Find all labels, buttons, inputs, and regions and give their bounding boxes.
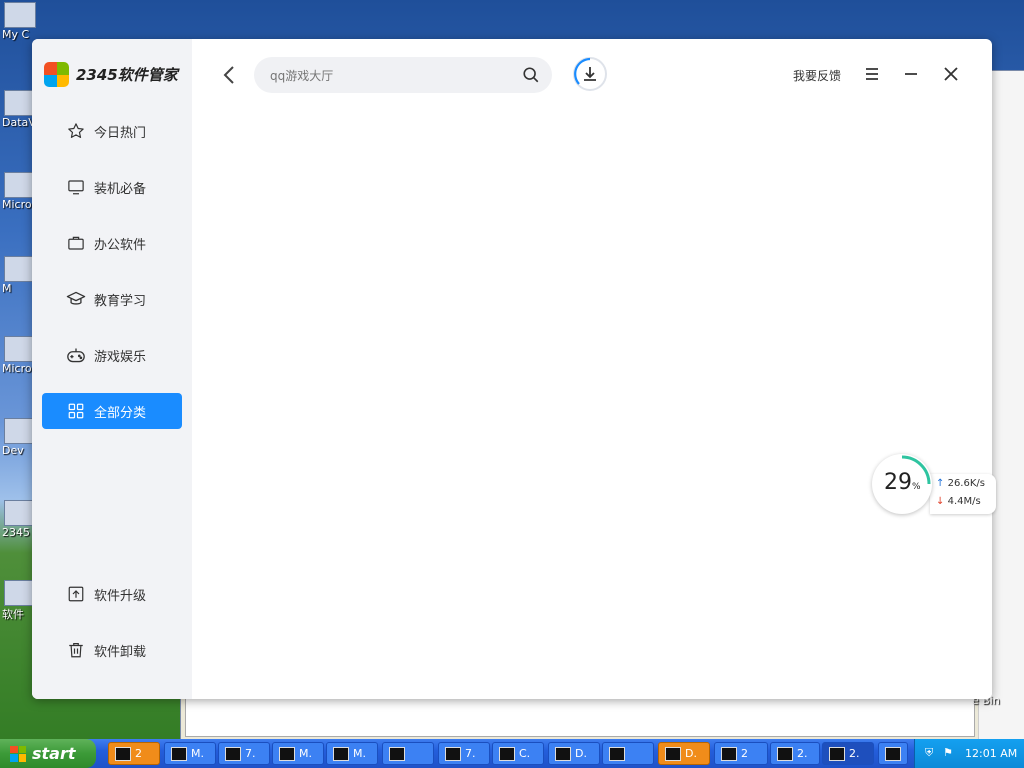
upgrade-icon — [66, 584, 86, 604]
desktop-icon-micros-bas[interactable]: Micros Bas — [0, 336, 61, 375]
software-manager-window: 2345软件管家 今日热门 装机必备 办公软件 教育学习 游戏娱乐 全部分类 软… — [32, 39, 992, 699]
console-icon — [609, 746, 625, 761]
close-button[interactable] — [942, 65, 960, 83]
ie-icon — [721, 746, 737, 761]
sidebar-item-hot[interactable]: 今日热门 — [42, 113, 182, 149]
usage-percent: 29 — [884, 470, 912, 495]
sidebar-item-office[interactable]: 办公软件 — [42, 225, 182, 261]
taskbar-button[interactable]: 7. — [218, 742, 270, 765]
sidebar: 2345软件管家 今日热门 装机必备 办公软件 教育学习 游戏娱乐 全部分类 软… — [32, 39, 192, 699]
console-icon — [115, 746, 131, 761]
monitor-icon — [66, 177, 86, 197]
taskbar-button[interactable]: M. — [272, 742, 324, 765]
sidebar-item-all-categories[interactable]: 全部分类 — [42, 393, 182, 429]
windows-logo-icon — [10, 745, 26, 762]
minimize-button[interactable] — [902, 65, 920, 83]
sidebar-item-games[interactable]: 游戏娱乐 — [42, 337, 182, 373]
desktop-icon-2345[interactable]: 2345 — [0, 500, 36, 539]
hamburger-menu-icon — [866, 68, 878, 80]
taskbar-button[interactable]: M. — [164, 742, 216, 765]
search-box — [254, 57, 552, 95]
desktop-icon-dev[interactable]: Dev — [0, 418, 36, 457]
desktop-icon-datav[interactable]: DataV — [0, 90, 36, 129]
shield-icon — [777, 746, 793, 761]
back-button[interactable] — [219, 63, 241, 87]
trash-icon — [66, 640, 86, 660]
feedback-link[interactable]: 我要反馈 — [793, 67, 841, 84]
desktop-icon-m[interactable]: M — [0, 256, 36, 295]
close-icon — [944, 67, 958, 81]
upload-arrow-icon: ↑ — [936, 478, 945, 489]
keyboard-icon — [885, 746, 901, 761]
console-icon — [389, 746, 405, 761]
taskbar-button[interactable] — [382, 742, 434, 765]
briefcase-icon — [66, 233, 86, 253]
app-icon — [665, 746, 681, 761]
menu-button[interactable] — [863, 65, 881, 83]
keyboard-button[interactable] — [878, 742, 908, 765]
taskbar: start 2 M. 7. M. M. 7. C. D. D. 2 2. 2. … — [0, 739, 1024, 768]
desktop-icon-micros-cpp[interactable]: Micros C+ — [0, 172, 58, 211]
taskbar-button[interactable]: 2 — [714, 742, 768, 765]
7zip-icon — [225, 746, 241, 761]
start-button[interactable]: start — [0, 739, 96, 768]
network-speed-widget[interactable]: ↑ 26.6K/s ↓ 4.4M/s 29% — [872, 454, 997, 516]
app-icon — [279, 746, 295, 761]
taskbar-button-active[interactable]: 2. — [822, 742, 874, 765]
gamepad-icon — [66, 345, 86, 365]
desktop-icon-my-computer[interactable]: My C — [0, 2, 36, 41]
graduation-cap-icon — [66, 289, 86, 309]
memory-usage-circle: 29% — [872, 454, 932, 514]
search-icon[interactable] — [522, 66, 540, 84]
app-icon — [555, 746, 571, 761]
chevron-left-icon — [223, 66, 234, 84]
download-manager-button[interactable] — [573, 57, 607, 91]
clock[interactable]: 12:01 AM — [965, 747, 1017, 760]
minimize-icon — [905, 73, 917, 75]
taskbar-button[interactable]: D. — [658, 742, 710, 765]
network-icon[interactable]: ⚑ — [943, 746, 957, 760]
taskbar-button[interactable] — [602, 742, 654, 765]
app-icon — [445, 746, 461, 761]
logo-icon — [44, 62, 69, 87]
sidebar-item-essentials[interactable]: 装机必备 — [42, 169, 182, 205]
download-icon — [584, 67, 596, 81]
taskbar-button[interactable]: C. — [492, 742, 544, 765]
app-logo: 2345软件管家 — [44, 62, 178, 87]
sidebar-item-education[interactable]: 教育学习 — [42, 281, 182, 317]
search-input[interactable] — [268, 57, 512, 95]
top-bar: 我要反馈 — [192, 39, 992, 111]
upload-rate: 26.6K/s — [947, 478, 985, 489]
app-icon — [829, 746, 845, 761]
taskbar-button[interactable]: M. — [326, 742, 378, 765]
taskbar-button[interactable]: D. — [548, 742, 600, 765]
taskbar-button[interactable]: 2. — [770, 742, 820, 765]
download-arrow-icon: ↓ — [936, 496, 945, 507]
grid-icon — [66, 401, 86, 421]
content-area — [192, 111, 992, 699]
desktop-icon-software[interactable]: 软件 — [0, 580, 36, 622]
sidebar-item-uninstall[interactable]: 软件卸载 — [42, 632, 182, 668]
computer-icon — [4, 2, 36, 28]
star-icon — [66, 121, 86, 141]
sidebar-item-upgrade[interactable]: 软件升级 — [42, 576, 182, 612]
download-rate: 4.4M/s — [947, 496, 981, 507]
taskbar-button[interactable]: 2 — [108, 742, 160, 765]
shield-icon[interactable]: ⛨ — [925, 746, 939, 760]
app-icon — [171, 746, 187, 761]
7zip-icon — [499, 746, 515, 761]
taskbar-button[interactable]: 7. — [438, 742, 490, 765]
system-tray: ⛨ ⚑ 12:01 AM — [914, 739, 1024, 768]
app-icon — [333, 746, 349, 761]
